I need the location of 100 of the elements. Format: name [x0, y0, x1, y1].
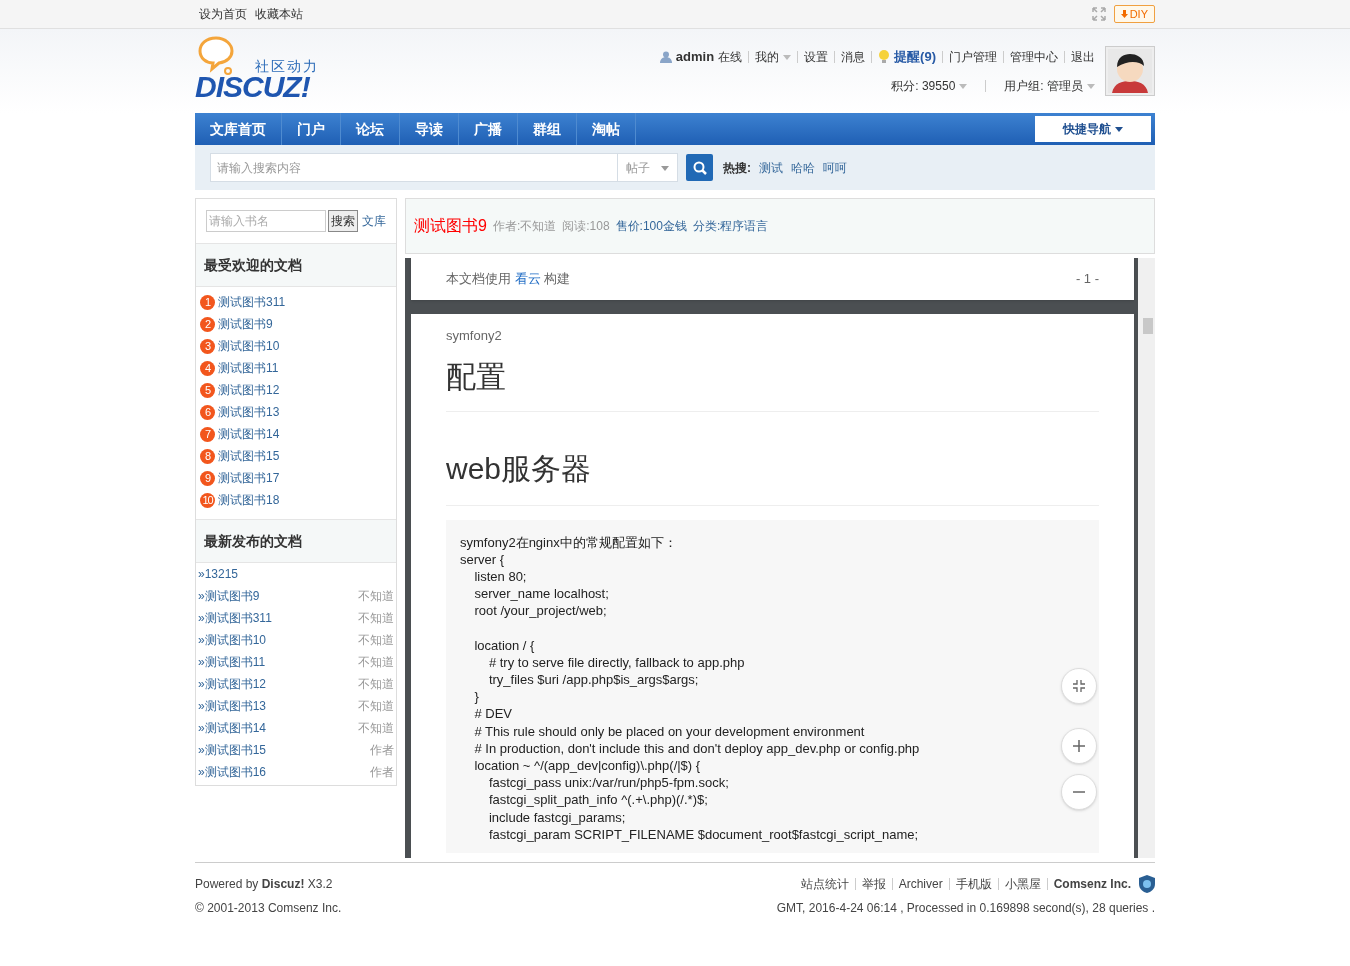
code-line: fastcgi_split_path_info ^(.+\.php)(/.*)$; [487, 791, 708, 809]
plus-icon [1072, 739, 1086, 753]
latest-doc-link[interactable]: »测试图书11 [198, 653, 266, 671]
code-line: try_files $uri /app.php$is_args$args; [487, 670, 699, 689]
book-reads: 阅读:108 [562, 218, 610, 235]
user-menu-link[interactable]: 退出 [1071, 48, 1095, 66]
doc-author: 不知道 [358, 588, 394, 605]
book-title: 测试图书9 [414, 216, 487, 236]
rank-badge: 7 [200, 426, 215, 442]
rank-badge: 6 [200, 404, 215, 420]
caret-icon [783, 55, 792, 61]
user-menu-link[interactable]: 设置 [804, 48, 829, 66]
latest-doc-link[interactable]: »测试图书15 [198, 741, 267, 759]
code-line: location / { [473, 636, 535, 654]
book-search-button[interactable]: 搜索 [328, 210, 358, 232]
latest-doc-link[interactable]: »测试图书16 [198, 763, 267, 781]
doc-author: 不知道 [358, 698, 394, 715]
caret-icon [1087, 84, 1095, 90]
company-link[interactable]: Comsenz Inc. [1053, 875, 1131, 893]
quick-nav-button[interactable]: 快捷导航 [1035, 116, 1151, 142]
shield-icon [1139, 875, 1155, 893]
rank-badge: 4 [200, 360, 215, 376]
book-price[interactable]: 售价:100金钱 [615, 217, 687, 235]
hot-search-link[interactable]: 哈哈 [791, 158, 815, 177]
online-status: 在线 [718, 49, 743, 66]
doc-author: 不知道 [358, 654, 394, 671]
credits-link[interactable]: 积分: 39550 [891, 76, 968, 95]
doc-author: 不知道 [358, 610, 394, 627]
page-number: - 1 - [1075, 270, 1099, 289]
doc-author: 作者 [370, 764, 394, 781]
latest-doc-link[interactable]: »测试图书311 [198, 609, 272, 627]
hot-search-link[interactable]: 呵呵 [823, 158, 847, 177]
scrollbar[interactable] [1138, 258, 1155, 858]
book-category[interactable]: 分类:程序语言 [692, 217, 769, 235]
topbar-link[interactable]: 收藏本站 [255, 5, 303, 23]
popular-doc-link[interactable]: 测试图书10 [218, 337, 280, 355]
code-line: fastcgi_pass unix:/var/run/php5-fpm.sock; [487, 774, 729, 792]
rank-badge: 2 [200, 316, 215, 332]
code-line: root /your_project/web; [473, 602, 607, 620]
popular-doc-link[interactable]: 测试图书14 [218, 425, 280, 443]
avatar[interactable] [1105, 46, 1155, 96]
code-line: location ~ ^/(app_dev|config)\.php(/|$) { [473, 756, 701, 775]
section-header: 最新发布的文档 [196, 519, 396, 563]
footer-link[interactable]: 举报 [861, 875, 886, 893]
code-line: # In production, don't include this and don't deploy app_dev.php or config.php [473, 739, 920, 757]
builder-link[interactable]: 看云 [514, 271, 541, 287]
user-menu-link[interactable]: 提醒(9) [894, 47, 936, 67]
username-link[interactable]: admin [675, 47, 715, 67]
footer-link[interactable]: 站点统计 [800, 875, 849, 893]
built-with-note: 本文档使用 看云 构建 [446, 270, 571, 289]
popular-doc-link[interactable]: 测试图书18 [218, 491, 280, 509]
document-label: symfony2 [446, 327, 503, 345]
popular-doc-link[interactable]: 测试图书311 [218, 293, 286, 311]
latest-doc-link[interactable]: »测试图书12 [198, 675, 267, 693]
hot-search-label: 热搜: [723, 159, 751, 177]
hot-search-link[interactable]: 测试 [759, 158, 783, 177]
user-menu-link[interactable]: 管理中心 [1010, 48, 1058, 66]
latest-doc-link[interactable]: »13215 [198, 565, 239, 583]
popular-doc-link[interactable]: 测试图书17 [218, 469, 280, 487]
latest-doc-link[interactable]: »测试图书13 [198, 697, 267, 715]
popular-doc-link[interactable]: 测试图书15 [218, 447, 280, 465]
powered-by-text: Powered by Discuz! X3.2 [195, 876, 334, 893]
popular-doc-link[interactable]: 测试图书11 [218, 359, 279, 377]
code-line: } [473, 688, 479, 706]
search-icon [692, 160, 707, 175]
minus-icon [1072, 791, 1086, 793]
fullscreen-icon[interactable] [1091, 7, 1106, 21]
search-button[interactable] [686, 154, 713, 181]
footer-link[interactable]: Archiver [898, 875, 943, 893]
latest-doc-link[interactable]: »测试图书14 [198, 719, 267, 737]
popular-doc-link[interactable]: 测试图书13 [218, 403, 280, 421]
caret-icon [661, 165, 669, 171]
book-author: 作者:不知道 [492, 218, 557, 235]
page-stats: GMT, 2016-4-24 06:14 , Processed in 0.169898 second(s), 28 queries . [776, 900, 1155, 917]
footer-link[interactable]: 小黑屋 [1004, 875, 1041, 893]
user-menu-link[interactable]: 门户管理 [949, 48, 997, 66]
rank-badge: 8 [200, 448, 215, 464]
user-menu-link[interactable]: 我的 [755, 48, 792, 66]
topbar-link[interactable]: 设为首页 [199, 5, 247, 23]
light-bulb-icon [878, 50, 891, 64]
latest-doc-link[interactable]: »测试图书9 [198, 587, 260, 605]
library-link[interactable]: 文库 [362, 212, 386, 230]
user-menu-link[interactable]: 消息 [841, 48, 866, 66]
document-subheading: web服务器 [446, 445, 1099, 506]
user-icon [659, 51, 672, 63]
down-arrow-icon [1120, 10, 1128, 18]
doc-author: 不知道 [358, 632, 394, 649]
popular-doc-link[interactable]: 测试图书9 [218, 315, 273, 333]
code-line: listen 80; [473, 567, 527, 586]
rank-badge: 10 [200, 492, 215, 508]
footer-link[interactable]: 手机版 [955, 875, 992, 893]
document-heading: 配置 [446, 353, 1099, 412]
doc-author: 作者 [370, 742, 394, 759]
caret-icon [959, 84, 968, 90]
code-line: include fastcgi_params; [487, 808, 626, 826]
rank-badge: 3 [200, 338, 215, 354]
popular-doc-link[interactable]: 测试图书12 [218, 381, 280, 399]
user-group-link[interactable]: 用户组: 管理员 [1004, 76, 1095, 95]
code-line: symfony2在nginx中的常规配置如下： [460, 533, 677, 551]
latest-doc-link[interactable]: »测试图书10 [198, 631, 267, 649]
